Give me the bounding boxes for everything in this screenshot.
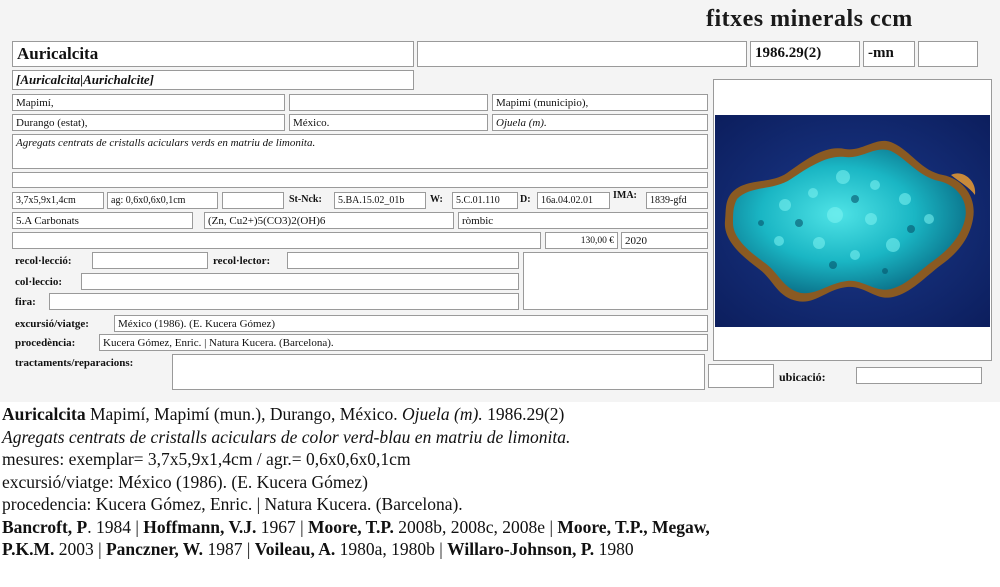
ima-field[interactable]: 1839-gfd (646, 192, 708, 209)
treatments-field[interactable] (172, 354, 705, 390)
reference-author: Moore, T.P. (308, 516, 394, 537)
reference-detail: 1980 (594, 539, 634, 559)
recollection-label: recol·lecció: (15, 255, 72, 267)
caption-trip: excursió/viatge: México (1986). (E. Kuce… (2, 471, 368, 492)
locality-state-field[interactable]: Durango (estat), (12, 114, 285, 131)
mineral-class-field[interactable]: 5.A Carbonats (12, 212, 193, 229)
reference-author: P.K.M. (2, 539, 55, 559)
reference-author: Moore, T.P., Megaw, (557, 516, 710, 537)
photo-frame (713, 79, 992, 361)
d-field[interactable]: 16a.04.02.01 (537, 192, 610, 209)
reference-detail: . 1984 | (87, 516, 144, 537)
caption-mineral-name: Auricalcita (2, 404, 86, 424)
catalog-number-field[interactable]: 1986.29(2) (750, 41, 860, 67)
chemical-formula-field[interactable]: (Zn, Cu2+)5(CO3)2(OH)6 (204, 212, 454, 229)
locality-place-field[interactable]: Mapimí, (12, 94, 285, 111)
blank-line-field[interactable] (12, 172, 708, 188)
reference-author: Bancroft, P (2, 516, 88, 537)
caption-locality: Mapimí, Mapimí (mun.), Durango, México. (85, 404, 403, 424)
side-box-field[interactable] (523, 252, 708, 310)
synonyms-field[interactable]: [Auricalcita|Aurichalcite] (12, 70, 414, 90)
collector-field[interactable] (287, 252, 519, 269)
catalog-suffix-extra-field[interactable] (918, 41, 978, 67)
location-pre-field[interactable] (708, 364, 774, 388)
fair-label: fira: (15, 296, 36, 308)
location-field[interactable] (856, 367, 982, 384)
collector-label: recol·lector: (213, 255, 271, 267)
reference-detail: 2003 | (54, 539, 106, 559)
reference-author: Willaro-Johnson, P. (447, 539, 595, 559)
caption-mine: Ojuela (m). (402, 404, 483, 424)
reference-author: Voileau, A. (254, 539, 336, 559)
w-field[interactable]: 5.C.01.110 (452, 192, 518, 209)
d-label: D: (520, 194, 531, 205)
collection-label: col·leccio: (15, 276, 63, 288)
mineral-photo-icon (715, 115, 990, 327)
caption-block: Auricalcita Mapimí, Mapimí (mun.), Duran… (2, 403, 998, 561)
caption-origin: procedencia: Kucera Gómez, Enric. | Natu… (2, 494, 463, 514)
reference-detail: 1980a, 1980b | (335, 539, 448, 559)
year-field[interactable]: 2020 (621, 232, 708, 249)
recollection-field[interactable] (92, 252, 208, 269)
specimen-size-field[interactable]: 3,7x5,9x1,4cm (12, 192, 104, 209)
reference-author: Panczner, W. (105, 539, 204, 559)
ima-label: IMA: (613, 190, 637, 201)
site-title: fitxes minerals ccm (706, 6, 913, 32)
strunz-label: St-Nck: (289, 194, 322, 205)
strunz-field[interactable]: 5.BA.15.02_01b (334, 192, 426, 209)
price-field[interactable]: 130,00 € (545, 232, 618, 249)
caption-line-title: Auricalcita Mapimí, Mapimí (mun.), Duran… (2, 403, 998, 426)
reference-detail: 1967 | (256, 516, 309, 537)
reference-author: Hoffmann, V.J. (143, 516, 257, 537)
caption-references-line-2: P.K.M. 2003 | Panczner, W. 1987 | Voilea… (2, 538, 998, 561)
treatments-label: tractaments/reparacions: (15, 357, 134, 369)
w-label: W: (430, 194, 443, 205)
price-note-field[interactable] (12, 232, 541, 249)
fair-field[interactable] (49, 293, 519, 310)
origin-field[interactable]: Kucera Gómez, Enric. | Natura Kucera. (B… (99, 334, 708, 351)
reference-detail: 2008b, 2008c, 2008e | (393, 516, 558, 537)
caption-catalog-number: 1986.29(2) (482, 404, 565, 424)
collection-field[interactable] (81, 273, 519, 290)
locality-mine-field[interactable]: Ojuela (m). (492, 114, 708, 131)
location-label: ubicació: (779, 370, 826, 384)
reference-detail: 1987 | (203, 539, 255, 559)
locality-country-field[interactable]: México. (289, 114, 488, 131)
origin-label: procedència: (15, 337, 76, 349)
aggregate-size-field[interactable]: ag: 0,6x0,6x0,1cm (107, 192, 218, 209)
trip-label: excursió/viatge: (15, 318, 89, 330)
description-field[interactable]: Agregats centrats de cristalls aciculars… (12, 134, 708, 169)
catalog-suffix-field[interactable]: -mn (863, 41, 915, 67)
caption-description: Agregats centrats de cristalls aciculars… (2, 426, 571, 447)
caption-references-line-1: Bancroft, P. 1984 | Hoffmann, V.J. 1967 … (2, 516, 998, 539)
caption-measures: mesures: exemplar= 3,7x5,9x1,4cm / agr.=… (2, 449, 411, 469)
trip-field[interactable]: México (1986). (E. Kucera Gómez) (114, 315, 708, 332)
blank-top-field[interactable] (417, 41, 747, 67)
crystal-system-field[interactable]: ròmbic (458, 212, 708, 229)
locality-municipality-field[interactable]: Mapimí (municipio), (492, 94, 708, 111)
mineral-name-field[interactable]: Auricalcita (12, 41, 414, 67)
measure-extra-field[interactable] (222, 192, 284, 209)
mineral-record-card: fitxes minerals ccm Auricalcita 1986.29(… (0, 0, 1000, 402)
locality-place-extra-field[interactable] (289, 94, 488, 111)
